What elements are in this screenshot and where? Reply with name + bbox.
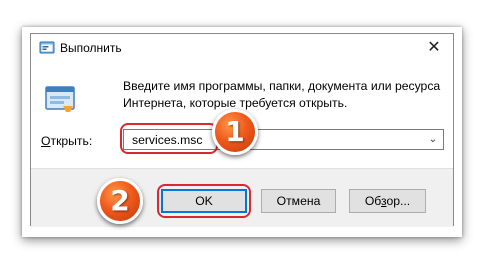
browse-button[interactable]: Обзор... [349, 189, 426, 213]
description-line-2: Интернета, которые требуется открыть. [123, 96, 348, 110]
run-app-icon [39, 41, 55, 54]
close-icon: ✕ [427, 39, 441, 56]
input-highlight-frame [120, 123, 218, 154]
ok-button[interactable]: OK [161, 189, 247, 213]
cancel-button[interactable]: Отмена [261, 189, 336, 213]
window-title: Выполнить [60, 41, 122, 55]
title-bar: Выполнить ✕ [31, 34, 453, 64]
run-program-icon [45, 86, 75, 112]
browse-label-prefix: Об [364, 194, 382, 208]
chevron-down-icon[interactable]: ⌄ [426, 132, 440, 147]
open-combobox[interactable]: services.msc ⌄ [120, 123, 444, 154]
open-label: Открыть: [41, 134, 92, 148]
step-2-badge: 2 [97, 178, 143, 224]
browse-label-rest: ор... [386, 194, 411, 208]
close-button[interactable]: ✕ [423, 38, 445, 58]
open-label-rest: ткрыть: [50, 134, 93, 148]
step-1-badge: 1 [212, 109, 258, 155]
description-line-1: Введите имя программы, папки, документа … [123, 79, 441, 93]
button-bar: OK Отмена Обзор... [31, 168, 453, 227]
description-text: Введите имя программы, папки, документа … [123, 78, 443, 112]
